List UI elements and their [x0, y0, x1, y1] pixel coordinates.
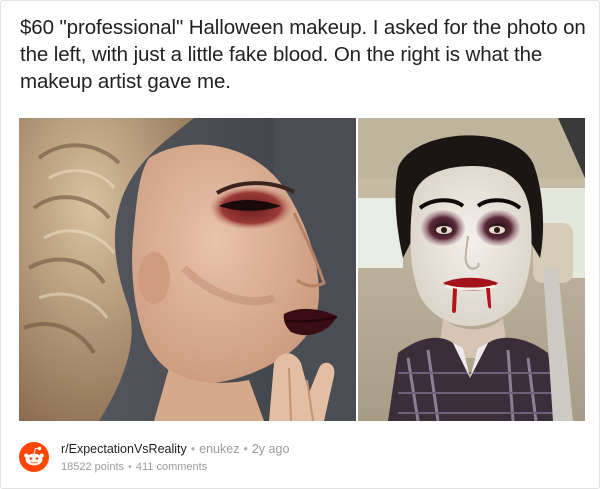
reddit-snoo-icon[interactable]: [19, 442, 49, 472]
post-footer: r/ExpectationVsReality • enukez • 2y ago 185…: [19, 438, 579, 478]
username-link[interactable]: enukez: [199, 442, 239, 456]
reality-photo: [358, 118, 585, 421]
points-count: 18522 points: [61, 461, 124, 473]
expectation-photo: [19, 118, 356, 421]
meta-separator: •: [243, 442, 248, 456]
meta-separator: •: [128, 461, 132, 473]
post-card[interactable]: $60 "professional" Halloween makeup. I a…: [0, 0, 600, 489]
post-meta: r/ExpectationVsReality • enukez • 2y ago: [61, 441, 289, 457]
post-age: 2y ago: [251, 442, 290, 456]
comments-link[interactable]: 411 comments: [136, 461, 207, 473]
post-images[interactable]: [19, 118, 585, 421]
post-stats: 18522 points • 411 comments: [61, 460, 207, 474]
meta-separator: •: [190, 442, 196, 456]
post-title[interactable]: $60 "professional" Halloween makeup. I a…: [20, 14, 590, 95]
subreddit-link[interactable]: r/ExpectationVsReality: [61, 442, 187, 456]
